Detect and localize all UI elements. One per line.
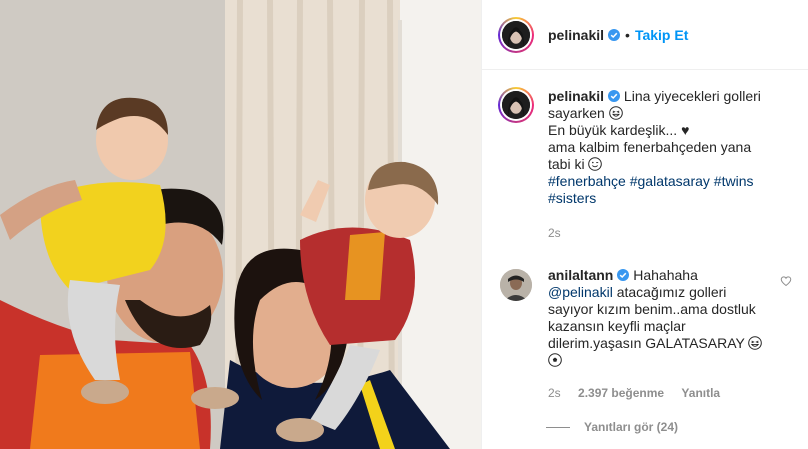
post-side-panel: pelinakil • Takip Et pelinakil Lina yiye… [481, 0, 808, 449]
caption-time[interactable]: 2s [548, 226, 561, 240]
comments-list[interactable]: pelinakil Lina yiyecekleri golleri sayar… [482, 71, 808, 449]
caption-author-avatar[interactable] [498, 87, 534, 123]
caption-username[interactable]: pelinakil [548, 88, 604, 104]
soccer-ball-emoji-icon [548, 353, 562, 367]
follow-button[interactable]: Takip Et [635, 27, 688, 43]
comment-text-start: Hahahaha [633, 267, 698, 283]
author-username[interactable]: pelinakil [548, 27, 604, 43]
caption-line-2: En büyük kardeşlik... [548, 122, 678, 138]
heart-glyph: ♥ [681, 122, 690, 138]
comment-time[interactable]: 2s [548, 386, 561, 400]
header-separator: • [625, 26, 630, 43]
post-header: pelinakil • Takip Et [482, 0, 808, 70]
heart-outline-icon[interactable] [780, 275, 792, 287]
mention-link[interactable]: @pelinakil [548, 284, 613, 300]
caption-body: pelinakil Lina yiyecekleri golleri sayar… [548, 87, 773, 242]
caption-meta: 2s [548, 225, 773, 242]
comment-item: anilaltann Hahahaha @pelinakil atacağımı… [498, 267, 792, 402]
author-avatar-image [502, 20, 530, 49]
verified-badge-icon [608, 90, 621, 102]
caption: pelinakil Lina yiyecekleri golleri sayar… [498, 87, 792, 242]
laughing-tears-emoji-icon [748, 336, 763, 350]
comment-body: anilaltann Hahahaha @pelinakil atacağımı… [548, 267, 773, 402]
caption-avatar-image [502, 91, 530, 119]
commenter-avatar-image [500, 269, 532, 301]
commenter-avatar[interactable] [500, 269, 532, 301]
hashtag-sisters[interactable]: #sisters [548, 190, 596, 206]
author-avatar[interactable] [498, 16, 534, 53]
view-replies-label: Yanıtları gör (24) [584, 420, 679, 434]
hashtag-fenerbahce[interactable]: #fenerbahçe [548, 173, 626, 189]
grinning-squint-emoji-icon [608, 106, 623, 120]
reply-button[interactable]: Yanıtla [681, 386, 720, 400]
comment-likes[interactable]: 2.397 beğenme [578, 386, 664, 400]
hashtag-twins[interactable]: #twins [714, 173, 754, 189]
commenter-username[interactable]: anilaltann [548, 267, 613, 283]
hashtag-galatasaray[interactable]: #galatasaray [630, 173, 710, 189]
winking-emoji-icon [588, 157, 603, 171]
caption-line-3: ama kalbim fenerbahçeden yana tabi ki [548, 139, 752, 172]
post-modal: pelinakil • Takip Et pelinakil Lina yiye… [0, 0, 808, 449]
verified-badge-icon [617, 269, 630, 281]
verified-badge-icon [608, 28, 621, 41]
view-replies-button[interactable]: Yanıtları gör (24) [546, 420, 792, 434]
post-photo[interactable] [0, 0, 481, 449]
comment-meta: 2s 2.397 beğenme Yanıtla [548, 385, 773, 402]
family-photo-illustration [0, 0, 481, 449]
replies-divider [546, 426, 570, 428]
